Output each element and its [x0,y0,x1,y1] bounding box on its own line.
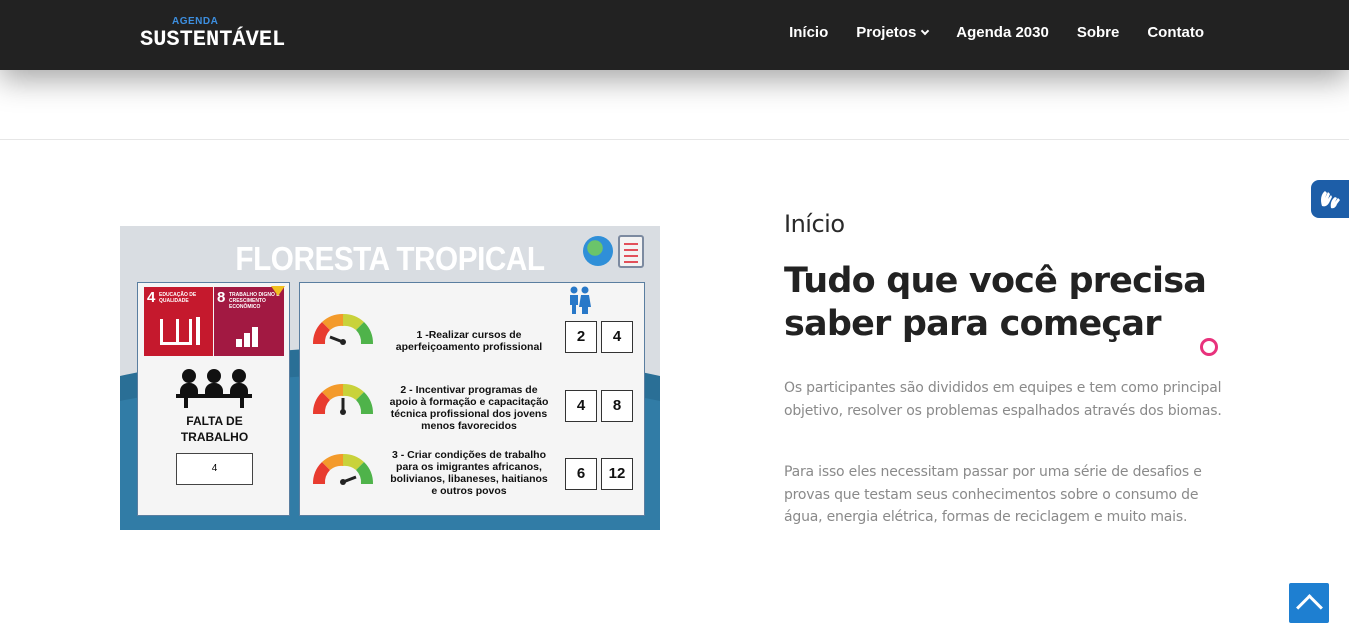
actions-panel: 1 -Realizar cursos de aperfeiçoamento pr… [299,282,645,516]
action-1-cost: 2 [565,321,597,353]
headline-line2: saber para começar [784,304,1161,344]
action-2-gain: 8 [601,390,633,422]
section-divider [0,139,1349,140]
action-2-cost: 4 [565,390,597,422]
action-3-line4: e outros povos [431,485,507,497]
gauge-icon [312,383,374,415]
site-logo[interactable]: AGENDA SUSTENTÁVEL [140,14,300,56]
action-2-line2: apoio à formação e capacitação [389,396,549,408]
nav-agenda-2030[interactable]: Agenda 2030 [956,24,1049,41]
action-2-text: 2 - Incentivar programas de apoio à form… [380,384,558,432]
action-2-line4: menos favorecidos [421,420,517,432]
book-icon [160,319,192,345]
action-1-line2: aperfeiçoamento profissional [395,341,543,353]
action-2-line3: técnica profissional dos jovens [390,408,548,420]
nav-projetos-label: Projetos [856,24,917,41]
action-row-2: 2 - Incentivar programas de apoio à form… [300,371,646,441]
problem-label-line1: FALTA DE [186,414,243,428]
decorative-ring [1200,338,1218,356]
chevron-down-icon [921,26,930,35]
problem-label-line2: TRABALHO [180,430,249,444]
paragraph-1: Os participantes são divididos em equipe… [784,380,1222,419]
nav-inicio[interactable]: Início [789,24,828,41]
gauge-icon [312,313,374,345]
sdg4-number: 4 [147,289,156,306]
infographic-image: FLORESTA TROPICAL 4 EDUCAÇÃO DE QUALIDAD… [120,226,660,530]
sdg4-text: EDUCAÇÃO DE QUALIDADE [159,292,197,304]
action-3-line1: 3 - Criar condições de trabalho [391,449,547,461]
badge-icon [271,286,285,296]
nav-contato[interactable]: Contato [1147,24,1204,41]
action-1-text: 1 -Realizar cursos de aperfeiçoamento pr… [380,329,558,353]
action-row-3: 3 - Criar condições de trabalho para os … [300,441,646,511]
site-header: AGENDA SUSTENTÁVEL Início Projetos Agend… [0,0,1349,70]
action-1-line1: 1 -Realizar cursos de [416,329,522,341]
action-3-gain: 12 [601,458,633,490]
action-row-1: 1 -Realizar cursos de aperfeiçoamento pr… [300,301,646,371]
vlibras-hands-icon [1321,191,1340,209]
accessibility-button[interactable] [1311,180,1349,218]
back-to-top-button[interactable] [1289,583,1329,623]
action-3-cost: 6 [565,458,597,490]
action-2-line1: 2 - Incentivar programas de [400,384,538,396]
main-nav: Início Projetos Agenda 2030 Sobre Contat… [789,24,1204,41]
nav-sobre[interactable]: Sobre [1077,24,1120,41]
infographic-title: FLORESTA TROPICAL [235,240,545,277]
gauge-icon [312,453,374,485]
logo-small-text: AGENDA [172,16,219,27]
sdg8-number: 8 [217,289,226,306]
sdg8-card: 8 TRABALHO DIGNO E CRESCIMENTO ECONÔMICO [214,286,285,356]
meeting-people-icon [176,369,252,409]
logo-main-text: SUSTENTÁVEL [140,27,286,52]
globe-icon [583,236,613,266]
nav-projetos[interactable]: Projetos [856,24,930,41]
problem-panel: 4 EDUCAÇÃO DE QUALIDADE 8 TRABALHO DIGNO… [137,282,290,516]
action-3-line3: bolivianos, libaneses, haitianos [390,473,548,485]
action-3-text: 3 - Criar condições de trabalho para os … [380,449,558,497]
section-headline: Tudo que você precisa saber para começar [784,260,1254,346]
headline-line1: Tudo que você precisa [784,261,1207,301]
pencil-icon [196,317,200,345]
sdg4-card: 4 EDUCAÇÃO DE QUALIDADE [144,287,213,356]
section-kicker: Início [784,210,845,238]
action-1-gain: 4 [601,321,633,353]
clipboard-icon [618,235,644,268]
problem-label: FALTA DE TRABALHO [138,413,291,445]
paragraph-2: Para isso eles necessitam passar por uma… [784,464,1202,525]
problem-value: 4 [176,453,253,485]
growth-chart-icon [236,319,264,347]
action-3-line2: para os imigrantes africanos, [396,461,542,473]
